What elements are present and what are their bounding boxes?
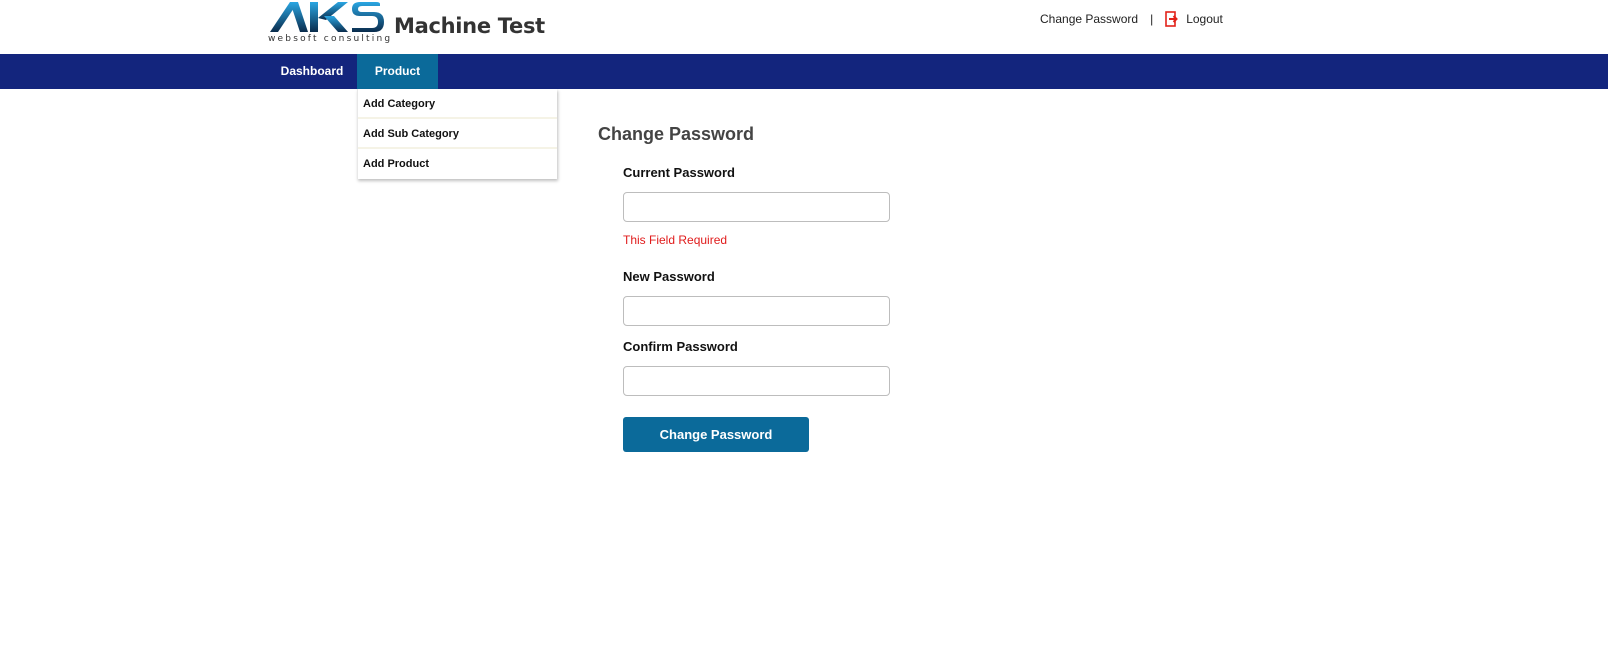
new-password-label: New Password <box>623 269 715 284</box>
nav-dashboard[interactable]: Dashboard <box>268 54 356 89</box>
menu-item-add-category[interactable]: Add Category <box>358 89 557 119</box>
aks-logo-graphic <box>270 2 384 32</box>
current-password-label: Current Password <box>623 165 735 180</box>
page-title: Change Password <box>598 124 755 144</box>
top-links: Change Password | Logout <box>1040 11 1223 27</box>
link-separator: | <box>1150 12 1154 26</box>
logo-subtext: websoft consulting <box>268 34 393 44</box>
change-password-button[interactable]: Change Password <box>623 417 809 452</box>
new-password-input[interactable] <box>623 296 890 326</box>
product-dropdown-menu: Add Category Add Sub Category Add Produc… <box>357 89 557 179</box>
menu-item-add-sub-category[interactable]: Add Sub Category <box>358 119 557 149</box>
header: websoft consulting Machine Test Change P… <box>0 0 1608 53</box>
logout-link[interactable]: Logout <box>1186 12 1223 26</box>
aks-logo[interactable]: websoft consulting <box>268 0 390 46</box>
confirm-password-input[interactable] <box>623 366 890 396</box>
app-title: Machine Test <box>394 14 545 38</box>
current-password-input[interactable] <box>623 192 890 222</box>
nav-product[interactable]: Product <box>357 54 438 89</box>
menu-item-add-product[interactable]: Add Product <box>358 149 557 179</box>
confirm-password-label: Confirm Password <box>623 339 738 354</box>
current-password-error: This Field Required <box>623 233 728 247</box>
main-navbar: Dashboard Product <box>0 54 1608 89</box>
change-password-link[interactable]: Change Password <box>1040 12 1138 26</box>
logout-icon[interactable] <box>1165 11 1179 27</box>
